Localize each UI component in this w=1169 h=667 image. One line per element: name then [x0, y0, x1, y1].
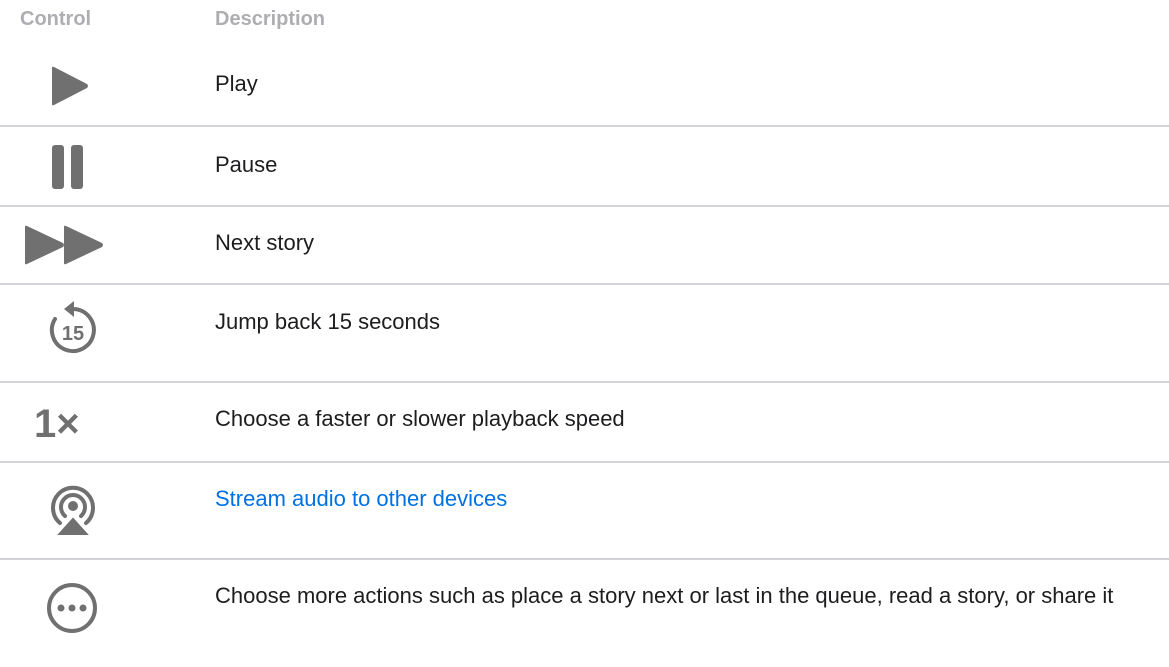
column-header-description: Description: [215, 8, 326, 30]
table-row-playback-speed: 1× Choose a faster or slower playback sp…: [0, 383, 1169, 463]
row-description-playback-speed: Choose a faster or slower playback speed: [215, 406, 625, 431]
playback-speed-icon: 1×: [0, 383, 150, 461]
row-description-next-story: Next story: [215, 230, 315, 255]
airplay-icon: [0, 463, 150, 558]
row-description-more: Choose more actions such as place a stor…: [215, 583, 1114, 608]
table-row-pause: Pause: [0, 127, 1169, 207]
table-row-airplay: Stream audio to other devices: [0, 463, 1169, 560]
stream-audio-link[interactable]: Stream audio to other devices: [215, 483, 1115, 515]
skip-back-15-label: 15: [62, 323, 84, 345]
skip-back-15-icon: 15: [0, 285, 150, 381]
next-story-icon: [0, 207, 150, 283]
table-header: Control Description: [0, 0, 1169, 44]
column-header-control: Control: [20, 8, 92, 30]
table-row-more: Choose more actions such as place a stor…: [0, 560, 1169, 667]
row-description-pause: Pause: [215, 152, 278, 177]
table-row-next-story: Next story: [0, 207, 1169, 285]
row-description-jump-back: Jump back 15 seconds: [215, 309, 441, 334]
table-row-play: Play: [0, 44, 1169, 127]
playback-speed-label: 1×: [34, 402, 80, 445]
play-icon: [0, 44, 150, 125]
more-icon: [0, 560, 150, 667]
row-description-play: Play: [215, 71, 258, 96]
table-row-jump-back: 15 Jump back 15 seconds: [0, 285, 1169, 383]
pause-icon: [0, 127, 150, 205]
